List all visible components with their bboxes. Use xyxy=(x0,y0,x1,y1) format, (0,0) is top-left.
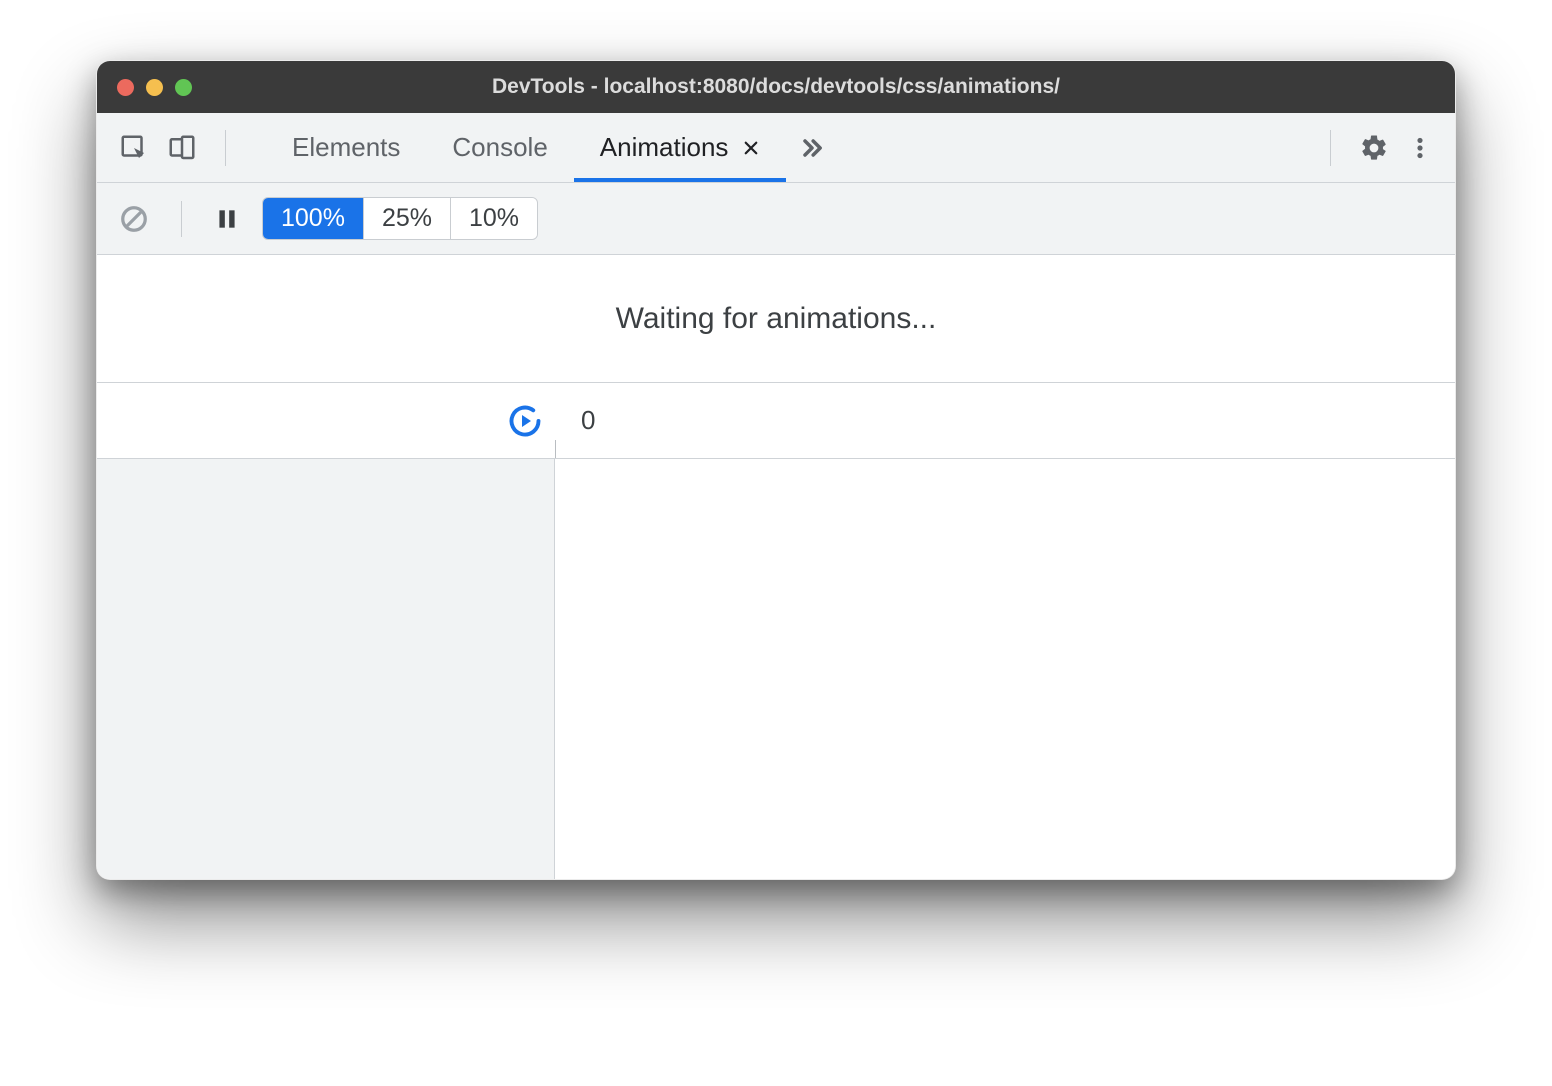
kebab-menu-icon[interactable] xyxy=(1407,133,1433,163)
traffic-lights xyxy=(117,79,192,96)
panel-tabs: Elements Console Animations xyxy=(258,113,1298,182)
separator xyxy=(1330,130,1331,166)
timeline-tick-zero xyxy=(555,440,556,458)
tab-label: Elements xyxy=(292,132,400,163)
speed-25[interactable]: 25% xyxy=(363,198,450,239)
timeline-start-label: 0 xyxy=(581,405,595,436)
right-toolbar-icons xyxy=(1298,113,1455,182)
speed-100[interactable]: 100% xyxy=(263,198,363,239)
playback-speed-group: 100% 25% 10% xyxy=(262,197,538,240)
replay-icon[interactable] xyxy=(507,403,543,439)
main-tabs-bar: Elements Console Animations xyxy=(97,113,1455,183)
chevron-double-right-icon xyxy=(798,134,826,162)
timeline-body xyxy=(97,459,1455,879)
more-tabs-button[interactable] xyxy=(786,113,838,182)
timeline-sidebar xyxy=(97,459,555,879)
tab-label: Console xyxy=(452,132,547,163)
close-window-button[interactable] xyxy=(117,79,134,96)
tab-animations[interactable]: Animations xyxy=(574,113,787,182)
titlebar: DevTools - localhost:8080/docs/devtools/… xyxy=(97,61,1455,113)
tab-label: Animations xyxy=(600,132,729,163)
animation-controls-bar: 100% 25% 10% xyxy=(97,183,1455,255)
separator xyxy=(181,201,182,237)
pause-icon[interactable] xyxy=(214,206,240,232)
close-tab-icon[interactable] xyxy=(742,139,760,157)
waiting-message: Waiting for animations... xyxy=(97,255,1455,383)
timeline-canvas[interactable] xyxy=(555,459,1455,879)
left-toolbar-icons xyxy=(97,113,258,182)
speed-10[interactable]: 10% xyxy=(450,198,537,239)
gear-icon[interactable] xyxy=(1359,133,1389,163)
minimize-window-button[interactable] xyxy=(146,79,163,96)
tab-console[interactable]: Console xyxy=(426,113,573,182)
devtools-window: DevTools - localhost:8080/docs/devtools/… xyxy=(96,60,1456,880)
timeline-header: 0 xyxy=(97,383,1455,459)
window-title: DevTools - localhost:8080/docs/devtools/… xyxy=(97,75,1455,99)
timeline-header-left xyxy=(97,383,555,458)
device-toggle-icon[interactable] xyxy=(167,133,197,163)
clear-icon[interactable] xyxy=(119,204,149,234)
timeline-header-right: 0 xyxy=(555,383,1455,458)
tab-elements[interactable]: Elements xyxy=(266,113,426,182)
maximize-window-button[interactable] xyxy=(175,79,192,96)
inspect-element-icon[interactable] xyxy=(119,133,149,163)
separator xyxy=(225,130,226,166)
